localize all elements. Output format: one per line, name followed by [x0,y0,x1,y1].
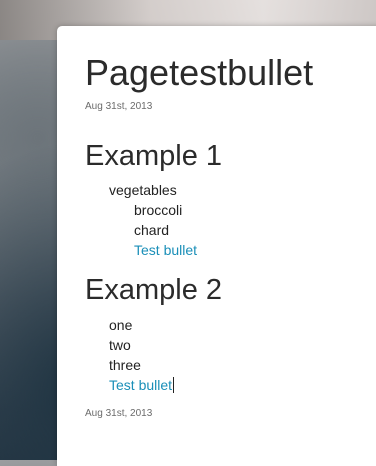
bullet-test-link-2-label[interactable]: Test bullet [109,377,172,393]
page-title[interactable]: Pagetestbullet [85,53,313,93]
bullet-three[interactable]: three [109,356,141,374]
heading-example-1[interactable]: Example 1 [85,140,222,172]
page-date-footer: Aug 31st, 2013 [85,408,153,419]
bullet-two[interactable]: two [109,336,131,354]
bullet-test-link-1[interactable]: Test bullet [134,241,197,259]
bullet-test-link-2[interactable]: Test bullet [109,376,175,394]
bullet-chard[interactable]: chard [134,221,169,239]
bullet-one[interactable]: one [109,316,132,334]
bullet-broccoli[interactable]: broccoli [134,201,182,219]
bullet-vegetables[interactable]: vegetables [109,181,177,199]
page-card: Pagetestbullet Aug 31st, 2013 Example 1 … [57,26,376,466]
page-date: Aug 31st, 2013 [85,101,153,112]
heading-example-2[interactable]: Example 2 [85,274,222,306]
text-cursor [173,377,175,393]
